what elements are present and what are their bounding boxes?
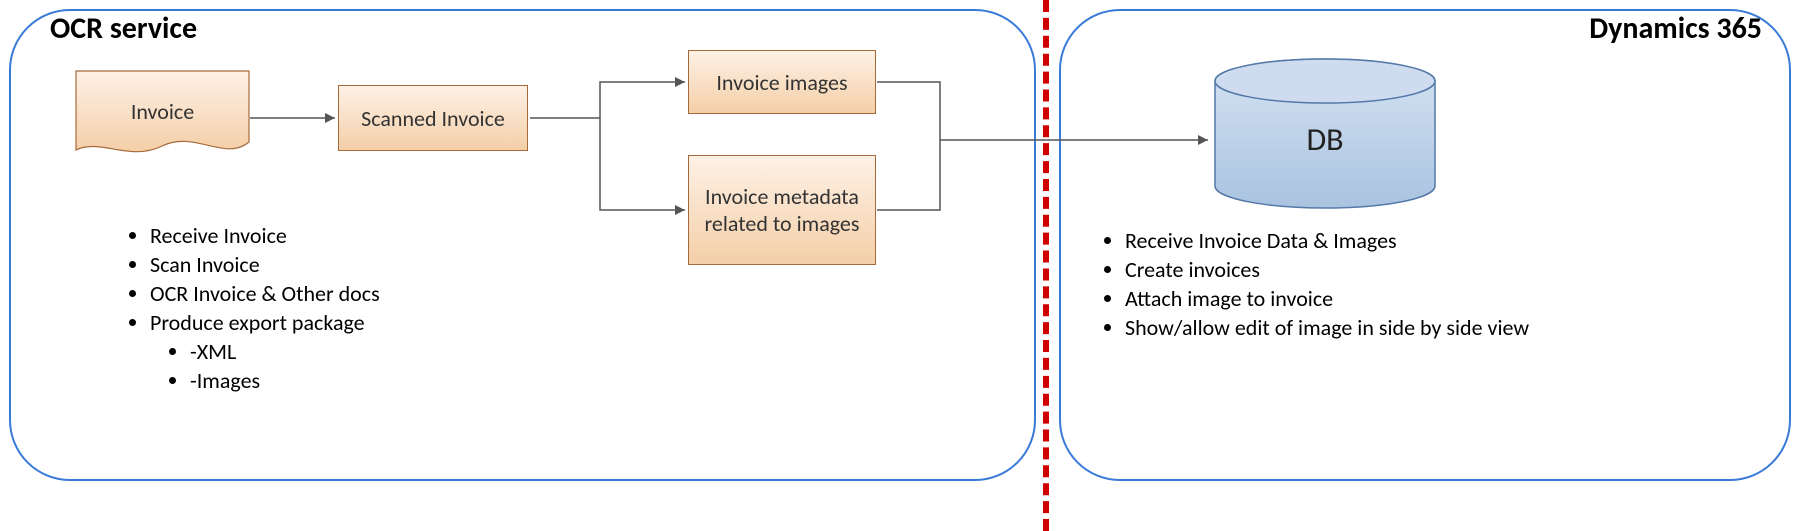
arrow-scanned-to-images [600, 82, 685, 118]
invoice-document-shape: Invoice [75, 70, 250, 162]
diagram-root: OCR service Dynamics 365 Invoice Scanned… [0, 0, 1802, 531]
invoice-metadata-label: Invoice metadata related to images [695, 183, 869, 237]
right-bullet-item: Attach image to invoice [1125, 285, 1529, 312]
scanned-invoice-box: Scanned Invoice [338, 85, 528, 151]
left-bullets: Receive Invoice Scan Invoice OCR Invoice… [120, 220, 380, 396]
invoice-metadata-box: Invoice metadata related to images [688, 155, 876, 265]
merge-from-images [877, 82, 940, 140]
left-sub-bullet-item: XML [190, 338, 380, 365]
left-sub-bullet-item: Images [190, 367, 380, 394]
invoice-images-box: Invoice images [688, 50, 876, 114]
merge-from-metadata [877, 140, 940, 210]
right-section-title: Dynamics 365 [1589, 10, 1762, 47]
arrow-scanned-to-metadata [600, 118, 685, 210]
right-bullet-item: Receive Invoice Data & Images [1125, 227, 1529, 254]
section-divider [1043, 0, 1049, 531]
right-bullet-item: Show/allow edit of image in side by side… [1125, 314, 1529, 341]
left-bullet-item: Receive Invoice [150, 222, 380, 249]
db-label: DB [1210, 56, 1440, 211]
db-shape: DB [1210, 56, 1440, 211]
invoice-images-label: Invoice images [716, 69, 847, 96]
left-bullet-item: OCR Invoice & Other docs [150, 280, 380, 307]
right-bullet-item: Create invoices [1125, 256, 1529, 283]
invoice-label: Invoice [75, 70, 250, 152]
left-bullet-item: Produce export package [150, 309, 380, 336]
right-bullets: Receive Invoice Data & Images Create inv… [1095, 225, 1529, 343]
left-bullet-item: Scan Invoice [150, 251, 380, 278]
scanned-invoice-label: Scanned Invoice [361, 105, 505, 132]
left-section-title: OCR service [50, 10, 197, 47]
